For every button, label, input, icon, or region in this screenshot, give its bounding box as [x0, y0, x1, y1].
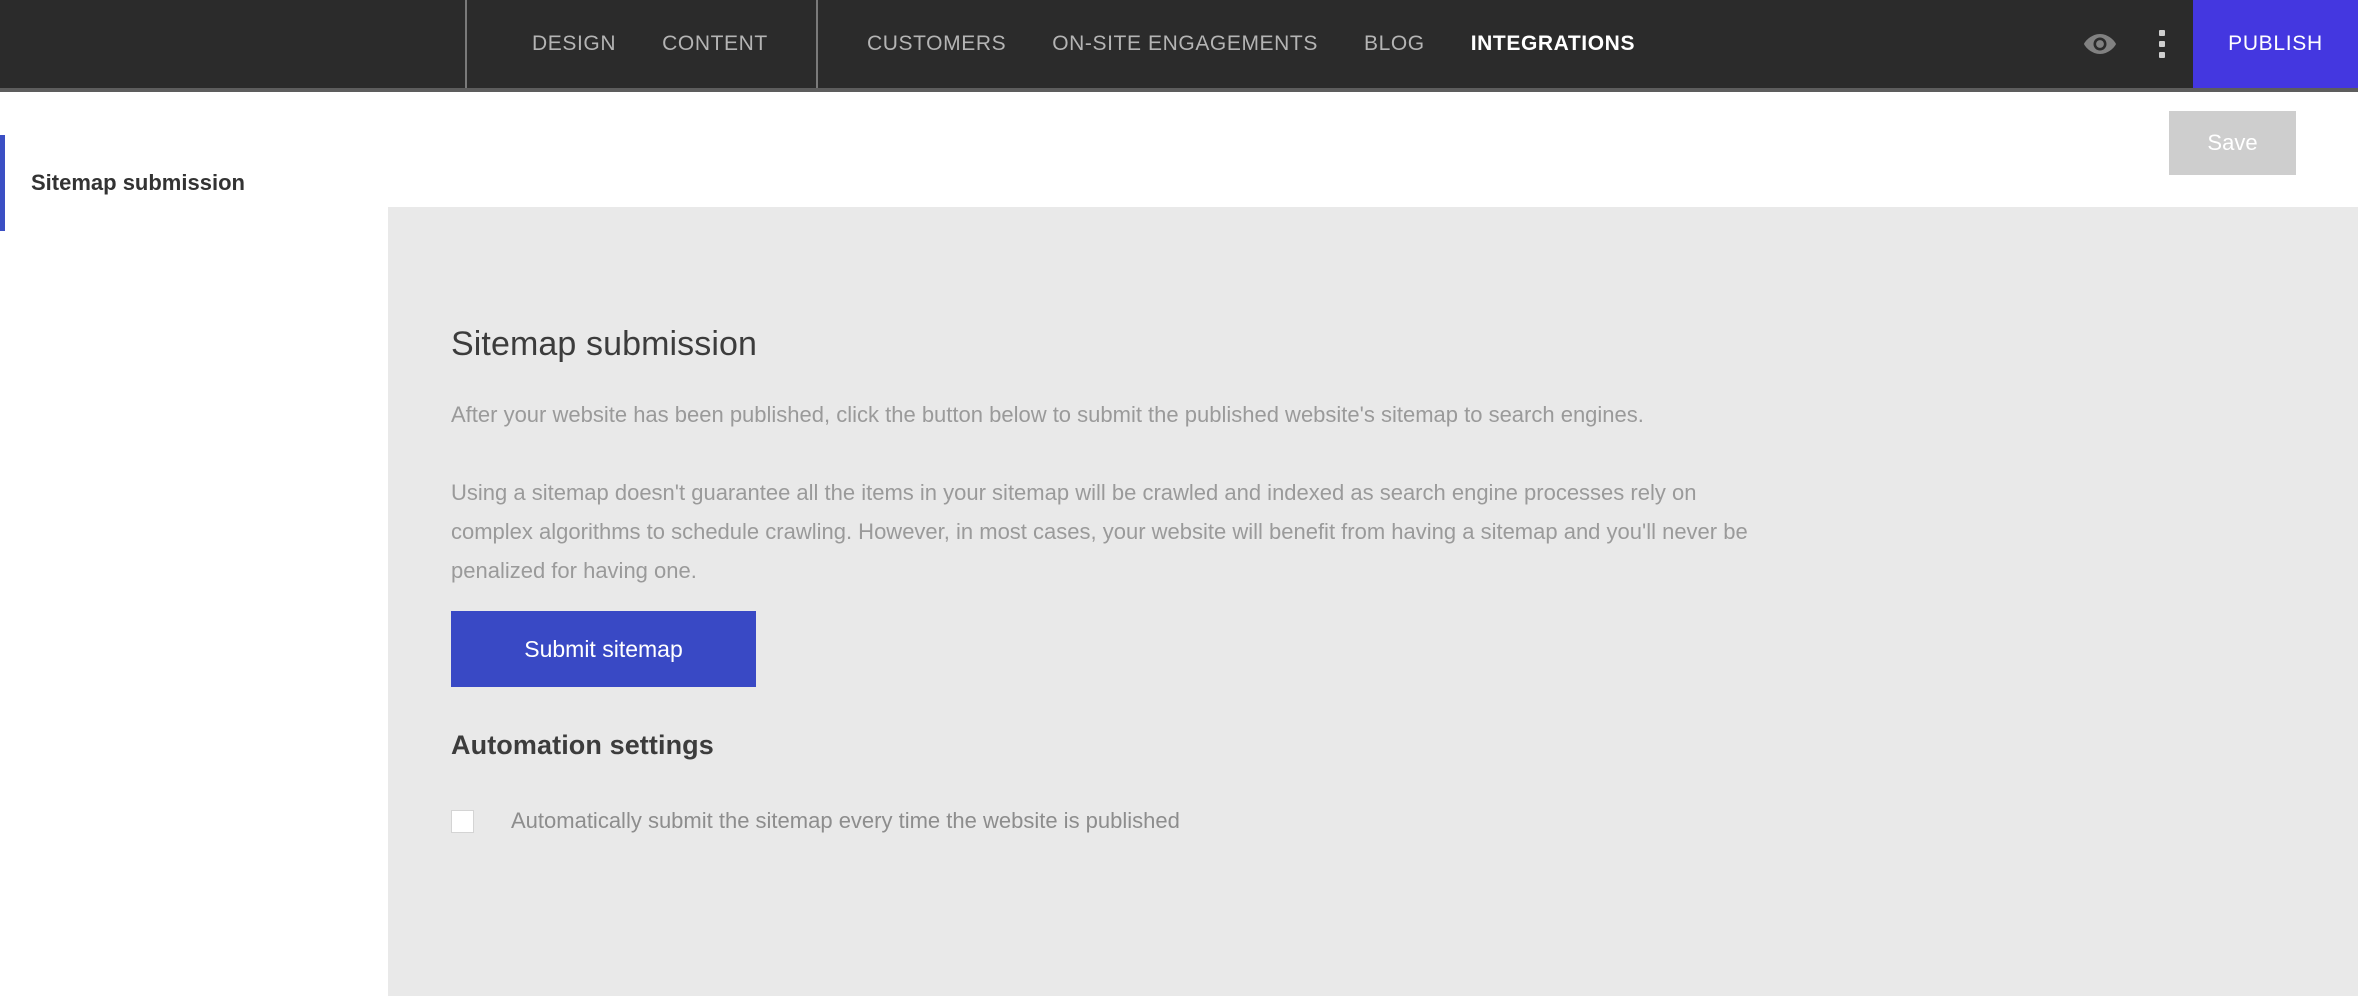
nav-item-design[interactable]: DESIGN — [509, 0, 639, 88]
automation-checkbox-row[interactable]: Automatically submit the sitemap every t… — [451, 808, 1758, 834]
page-title: Sitemap submission — [451, 325, 758, 363]
preview-button[interactable] — [2069, 0, 2131, 88]
publish-button[interactable]: PUBLISH — [2193, 0, 2358, 88]
nav-item-customers[interactable]: CUSTOMERS — [844, 0, 1029, 88]
overflow-menu-button[interactable] — [2131, 0, 2193, 88]
topbar-left-spacer — [0, 0, 465, 88]
description-paragraph-2: Using a sitemap doesn't guarantee all th… — [451, 480, 1748, 583]
auto-submit-checkbox[interactable] — [451, 809, 474, 833]
topbar-actions: PUBLISH — [2069, 0, 2358, 88]
sidebar-item-label: Sitemap submission — [31, 170, 245, 195]
three-dots-vertical-icon — [2159, 30, 2165, 58]
main-content-panel: Sitemap submission After your website ha… — [388, 207, 2358, 996]
nav-item-integrations[interactable]: INTEGRATIONS — [1448, 0, 1658, 88]
submit-sitemap-button[interactable]: Submit sitemap — [451, 611, 756, 687]
content-inner: Sitemap submission After your website ha… — [388, 207, 1758, 834]
sidebar-item-sitemap-submission[interactable]: Sitemap submission — [0, 135, 245, 231]
auto-submit-checkbox-label: Automatically submit the sitemap every t… — [511, 808, 1180, 833]
nav-group-secondary: CUSTOMERS ON-SITE ENGAGEMENTS BLOG INTEG… — [818, 0, 2358, 88]
top-navigation-bar: DESIGN CONTENT CUSTOMERS ON-SITE ENGAGEM… — [0, 0, 2358, 92]
description-paragraph-1: After your website has been published, c… — [451, 402, 1644, 427]
nav-item-content[interactable]: CONTENT — [639, 0, 791, 88]
sub-header-bar: Sitemap submission Save — [0, 96, 2358, 231]
nav-group-primary: DESIGN CONTENT — [467, 0, 816, 88]
nav-item-on-site-engagements[interactable]: ON-SITE ENGAGEMENTS — [1029, 0, 1341, 88]
nav-item-blog[interactable]: BLOG — [1341, 0, 1448, 88]
save-button[interactable]: Save — [2169, 111, 2296, 175]
automation-settings-heading: Automation settings — [451, 730, 714, 760]
eye-icon — [2083, 33, 2117, 55]
